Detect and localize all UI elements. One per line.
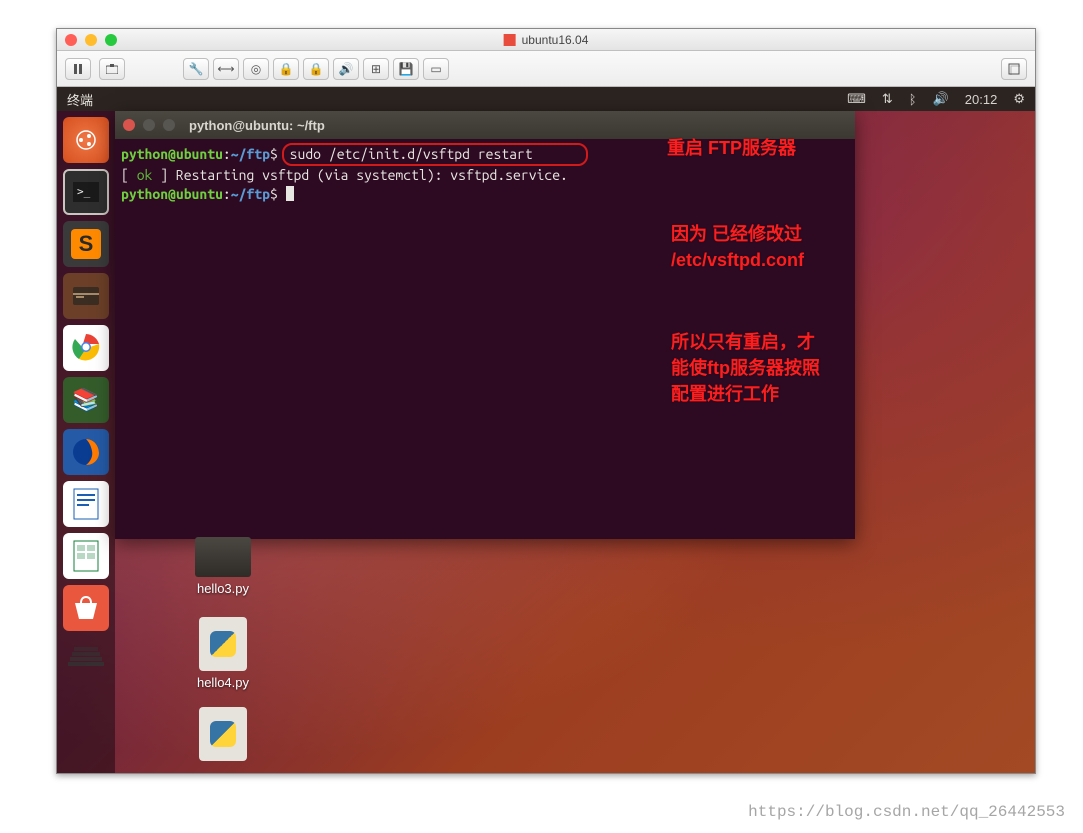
annotation-3: 所以只有重启，才能使ftp服务器按照配置进行工作 [671, 329, 831, 407]
volume-icon[interactable]: 🔊 [933, 91, 949, 107]
sublime-launcher-icon[interactable]: S [63, 221, 109, 267]
files-launcher-icon[interactable] [63, 273, 109, 319]
desktop-icon[interactable]: hello3.py [183, 537, 263, 596]
save-button[interactable]: 💾 [393, 58, 419, 80]
svg-text:>_: >_ [77, 185, 91, 198]
prompt-path: ~/ftp [231, 186, 270, 202]
minimize-icon[interactable] [85, 34, 97, 46]
desktop-icon[interactable]: hello4.py [183, 617, 263, 690]
calc-launcher-icon[interactable] [63, 533, 109, 579]
desktop-icon-label: hello4.py [183, 675, 263, 690]
folder-icon [195, 537, 251, 577]
annotation-1: 重启 FTP服务器 [667, 135, 807, 161]
window-controls [65, 34, 117, 46]
keyboard-icon[interactable]: ⌨ [847, 91, 866, 107]
vm-icon [504, 34, 516, 46]
prompt-sigil: $ [270, 186, 278, 202]
command-text: sudo /etc/init.d/vsftpd restart [290, 146, 533, 162]
lock2-button[interactable]: 🔒 [303, 58, 329, 80]
chrome-launcher-icon[interactable] [63, 325, 109, 371]
desktop-icon[interactable] [183, 707, 263, 765]
prompt-user: python@ubuntu [121, 146, 223, 162]
pause-button[interactable] [65, 58, 91, 80]
mac-titlebar: ubuntu16.04 [57, 29, 1035, 51]
highlighted-command: sudo /etc/init.d/vsftpd restart [282, 143, 588, 166]
stacked-windows-icon[interactable] [63, 637, 109, 683]
clock[interactable]: 20:12 [965, 92, 998, 107]
watermark: https://blog.csdn.net/qq_26442553 [748, 803, 1065, 821]
captured-window: ubuntu16.04 🔧 ⟷ ◎ 🔒 🔒 🔊 ⊞ 💾 ▭ 终端 [56, 28, 1036, 774]
ubuntu-top-panel: 终端 ⌨ ⇅ ᛒ 🔊 20:12 ⚙ [57, 87, 1035, 111]
ubuntu-desktop: 终端 ⌨ ⇅ ᛒ 🔊 20:12 ⚙ >_ S [57, 87, 1035, 773]
disk-button[interactable]: ◎ [243, 58, 269, 80]
prompt-path: ~/ftp [231, 146, 270, 162]
system-indicators: ⌨ ⇅ ᛒ 🔊 20:12 ⚙ [847, 91, 1025, 107]
window-title-text: ubuntu16.04 [522, 33, 589, 47]
terminal-launcher-icon[interactable]: >_ [63, 169, 109, 215]
gear-icon[interactable]: ⚙ [1013, 91, 1025, 107]
python-file-icon [199, 707, 247, 761]
term-maximize-icon[interactable] [163, 119, 175, 131]
fullscreen-icon[interactable] [105, 34, 117, 46]
prompt-sigil: $ [270, 146, 278, 162]
unity-launcher: >_ S 📚 [57, 111, 115, 773]
python-file-icon [199, 617, 247, 671]
annotation-2: 因为 已经修改过 /etc/vsftpd.conf [671, 221, 821, 273]
mac-toolbar: 🔧 ⟷ ◎ 🔒 🔒 🔊 ⊞ 💾 ▭ [57, 51, 1035, 87]
terminal-title: python@ubuntu: ~/ftp [189, 118, 325, 133]
close-icon[interactable] [65, 34, 77, 46]
window-title: ubuntu16.04 [504, 33, 589, 47]
desktop-icon-label: hello3.py [183, 581, 263, 596]
display-button[interactable]: ▭ [423, 58, 449, 80]
network-icon[interactable]: ⇅ [882, 91, 893, 107]
cursor [286, 186, 294, 201]
prompt-user: python@ubuntu [121, 186, 223, 202]
bluetooth-icon[interactable]: ᛒ [909, 92, 917, 107]
lock1-button[interactable]: 🔒 [273, 58, 299, 80]
sound-button[interactable]: 🔊 [333, 58, 359, 80]
software-launcher-icon[interactable] [63, 585, 109, 631]
settings-button[interactable]: 🔧 [183, 58, 209, 80]
status-ok: ok [137, 167, 153, 183]
prompt-sep: : [223, 186, 231, 202]
snapshot-button[interactable] [99, 58, 125, 80]
books-launcher-icon[interactable]: 📚 [63, 377, 109, 423]
firefox-launcher-icon[interactable] [63, 429, 109, 475]
usb-button[interactable]: ⊞ [363, 58, 389, 80]
term-close-icon[interactable] [123, 119, 135, 131]
terminal-window[interactable]: python@ubuntu: ~/ftp python@ubuntu:~/ftp… [115, 111, 855, 539]
active-app-label: 终端 [67, 90, 93, 109]
term-minimize-icon[interactable] [143, 119, 155, 131]
fullscreen-button[interactable] [1001, 58, 1027, 80]
prompt-sep: : [223, 146, 231, 162]
network-button[interactable]: ⟷ [213, 58, 239, 80]
writer-launcher-icon[interactable] [63, 481, 109, 527]
dash-icon[interactable] [63, 117, 109, 163]
